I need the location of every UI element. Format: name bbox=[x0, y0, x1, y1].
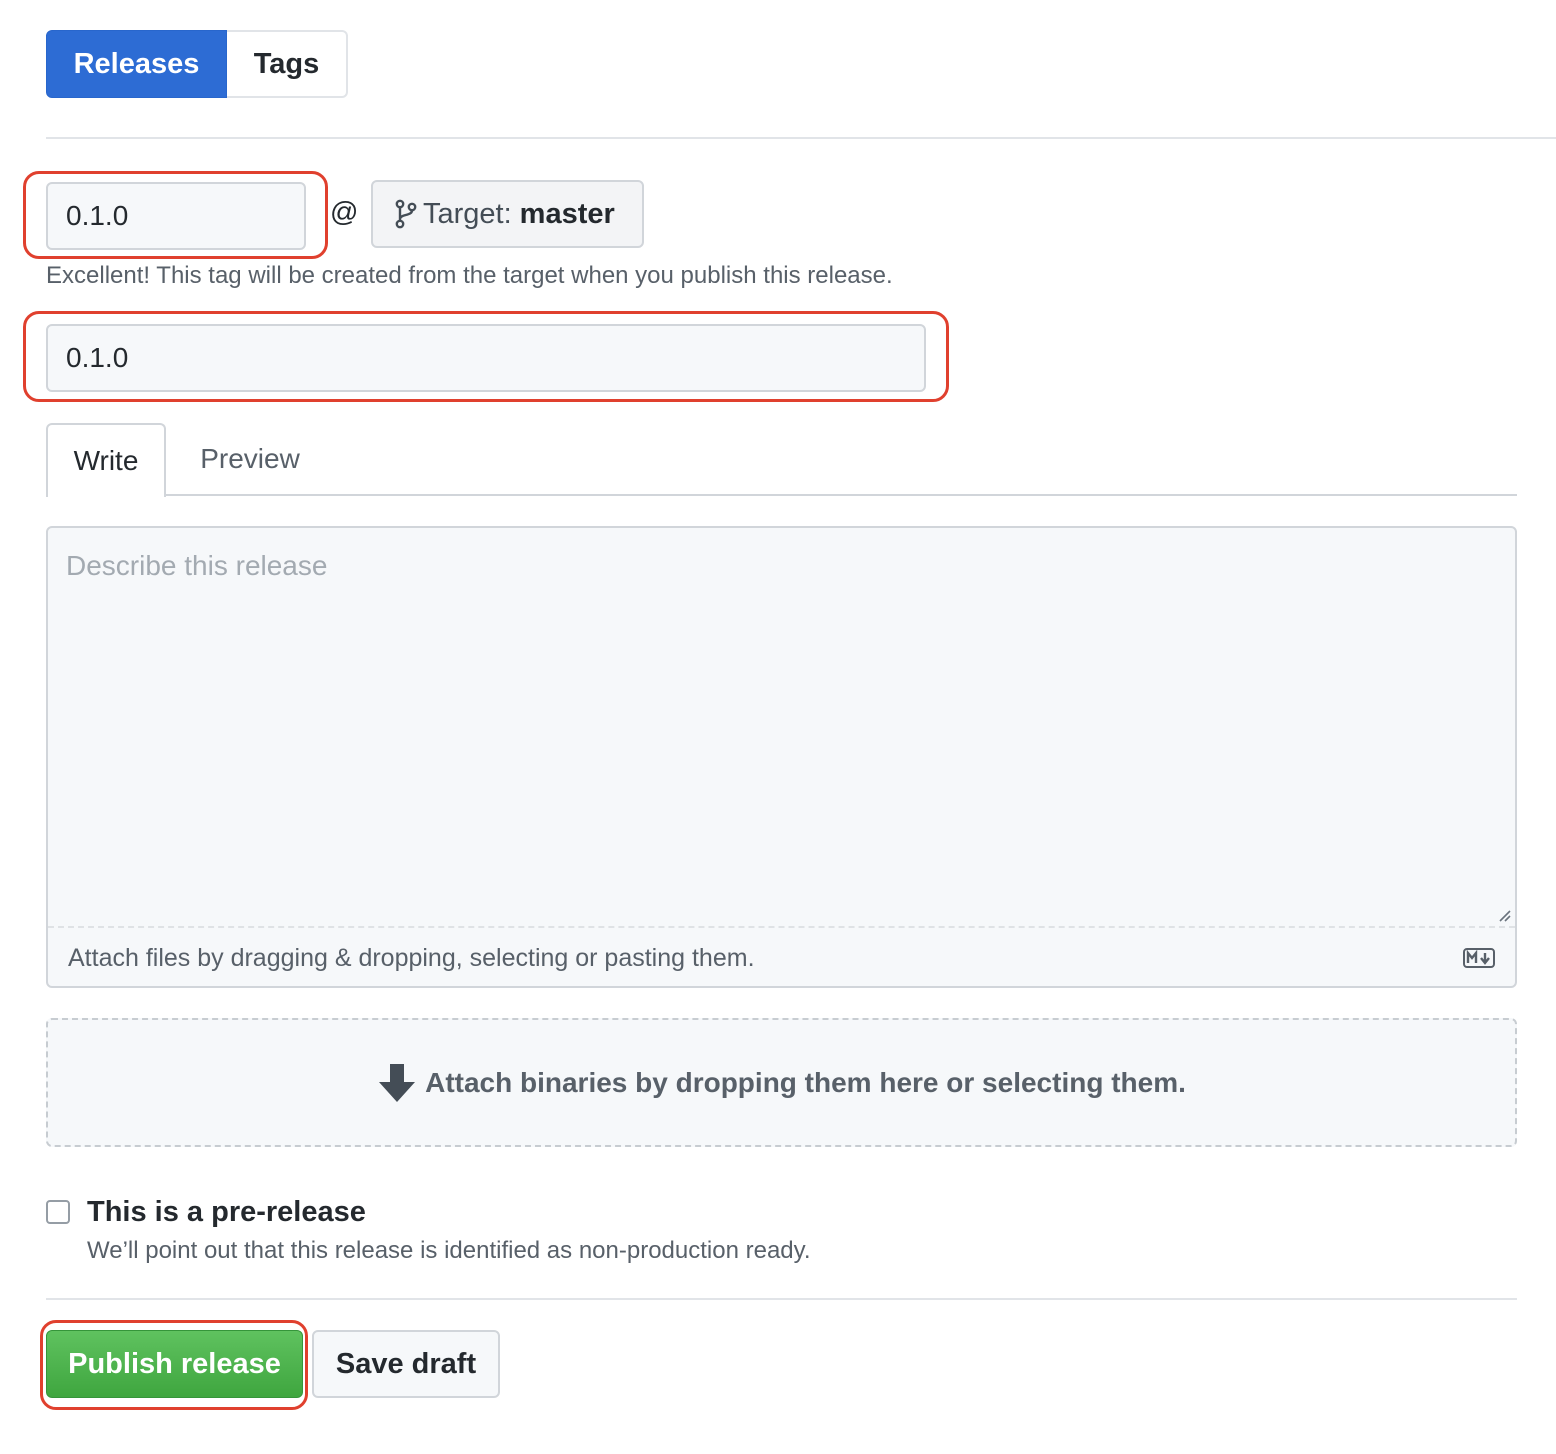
attach-files-text: Attach files by dragging & dropping, sel… bbox=[68, 943, 755, 972]
prerelease-label[interactable]: This is a pre-release bbox=[87, 1196, 366, 1229]
tab-write[interactable]: Write bbox=[46, 423, 166, 497]
tab-preview[interactable]: Preview bbox=[180, 423, 320, 495]
at-separator: @ bbox=[330, 196, 359, 227]
git-branch-icon bbox=[395, 199, 417, 229]
target-branch-button[interactable]: Target: master bbox=[371, 180, 644, 248]
tag-version-input[interactable] bbox=[46, 182, 306, 250]
binaries-text: Attach binaries by dropping them here or… bbox=[425, 1066, 1186, 1098]
arrow-down-icon bbox=[379, 1063, 416, 1102]
target-branch-name: master bbox=[519, 197, 615, 230]
binaries-dropzone[interactable]: Attach binaries by dropping them here or… bbox=[46, 1018, 1517, 1147]
tag-note: Excellent! This tag will be created from… bbox=[46, 262, 893, 289]
top-divider bbox=[46, 137, 1556, 139]
description-editor: Attach files by dragging & dropping, sel… bbox=[46, 526, 1517, 988]
resize-handle-icon[interactable] bbox=[1497, 908, 1511, 922]
releases-tags-nav: Releases Tags bbox=[46, 30, 348, 98]
description-textarea[interactable] bbox=[48, 528, 1515, 926]
tags-tab[interactable]: Tags bbox=[227, 30, 348, 98]
prerelease-checkbox[interactable] bbox=[46, 1200, 70, 1224]
prerelease-description: We’ll point out that this release is ide… bbox=[87, 1237, 811, 1264]
markdown-icon bbox=[1463, 948, 1495, 968]
save-draft-button[interactable]: Save draft bbox=[312, 1330, 500, 1398]
actions-divider bbox=[46, 1298, 1517, 1300]
target-label: Target: bbox=[423, 197, 512, 230]
release-title-input[interactable] bbox=[46, 324, 926, 392]
attach-files-bar[interactable]: Attach files by dragging & dropping, sel… bbox=[48, 926, 1515, 986]
releases-tab[interactable]: Releases bbox=[46, 30, 227, 98]
publish-release-button[interactable]: Publish release bbox=[46, 1330, 303, 1398]
